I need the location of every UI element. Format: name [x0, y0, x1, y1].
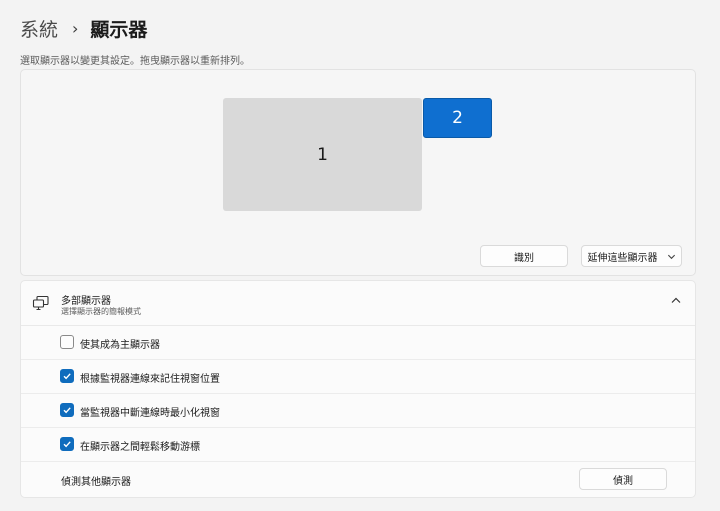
- option-row-minimize-windows[interactable]: 當監視器中斷連線時最小化視窗: [21, 394, 695, 428]
- ease-cursor-checkbox[interactable]: [60, 437, 74, 451]
- monitor-2[interactable]: 2: [423, 98, 492, 138]
- remember-window-checkbox[interactable]: [60, 369, 74, 383]
- detect-other-displays-label: 偵測其他顯示器: [61, 477, 131, 488]
- minimize-windows-checkbox[interactable]: [60, 403, 74, 417]
- identify-button[interactable]: 識別: [480, 245, 568, 267]
- multiple-displays-subtitle: 選擇顯示器的簡報模式: [61, 307, 141, 316]
- option-label: 在顯示器之間輕鬆移動游標: [80, 442, 200, 453]
- option-row-detect: 偵測其他顯示器 偵測: [21, 462, 695, 497]
- option-label: 當監視器中斷連線時最小化視窗: [80, 408, 220, 419]
- display-mode-value: 延伸這些顯示器: [587, 252, 658, 264]
- monitor-1-label: 1: [317, 144, 328, 165]
- option-row-remember-window[interactable]: 根據監視器連線來記住視窗位置: [21, 360, 695, 394]
- page-title: 顯示器: [90, 18, 148, 41]
- breadcrumb: 系統 › 顯示器: [20, 12, 147, 44]
- make-main-display-checkbox[interactable]: [60, 335, 74, 349]
- option-row-ease-cursor[interactable]: 在顯示器之間輕鬆移動游標: [21, 428, 695, 462]
- checkmark-icon: [63, 407, 71, 414]
- detect-button[interactable]: 偵測: [579, 468, 667, 490]
- monitor-1[interactable]: 1: [223, 98, 422, 211]
- multiple-displays-panel: 多部顯示器 選擇顯示器的簡報模式 使其成為主顯示器 根據監視器連線來記住視窗位置…: [20, 280, 696, 498]
- option-row-make-main[interactable]: 使其成為主顯示器: [21, 326, 695, 360]
- multiple-displays-title: 多部顯示器: [61, 296, 111, 307]
- chevron-down-icon: [667, 254, 675, 259]
- display-arrangement-area: 1 2 識別 延伸這些顯示器: [20, 69, 696, 276]
- breadcrumb-separator: ›: [72, 18, 79, 38]
- multiple-displays-icon: [32, 295, 49, 311]
- monitor-2-label: 2: [452, 108, 463, 128]
- checkmark-icon: [63, 373, 71, 380]
- breadcrumb-system[interactable]: 系統: [20, 15, 58, 42]
- display-mode-dropdown[interactable]: 延伸這些顯示器: [581, 245, 682, 267]
- checkmark-icon: [63, 441, 71, 448]
- option-label: 使其成為主顯示器: [80, 340, 160, 351]
- chevron-up-icon[interactable]: [669, 294, 683, 308]
- arrange-hint: 選取顯示器以變更其設定。拖曳顯示器以重新排列。: [20, 56, 250, 67]
- multiple-displays-header[interactable]: 多部顯示器 選擇顯示器的簡報模式: [21, 281, 695, 326]
- option-label: 根據監視器連線來記住視窗位置: [80, 374, 220, 385]
